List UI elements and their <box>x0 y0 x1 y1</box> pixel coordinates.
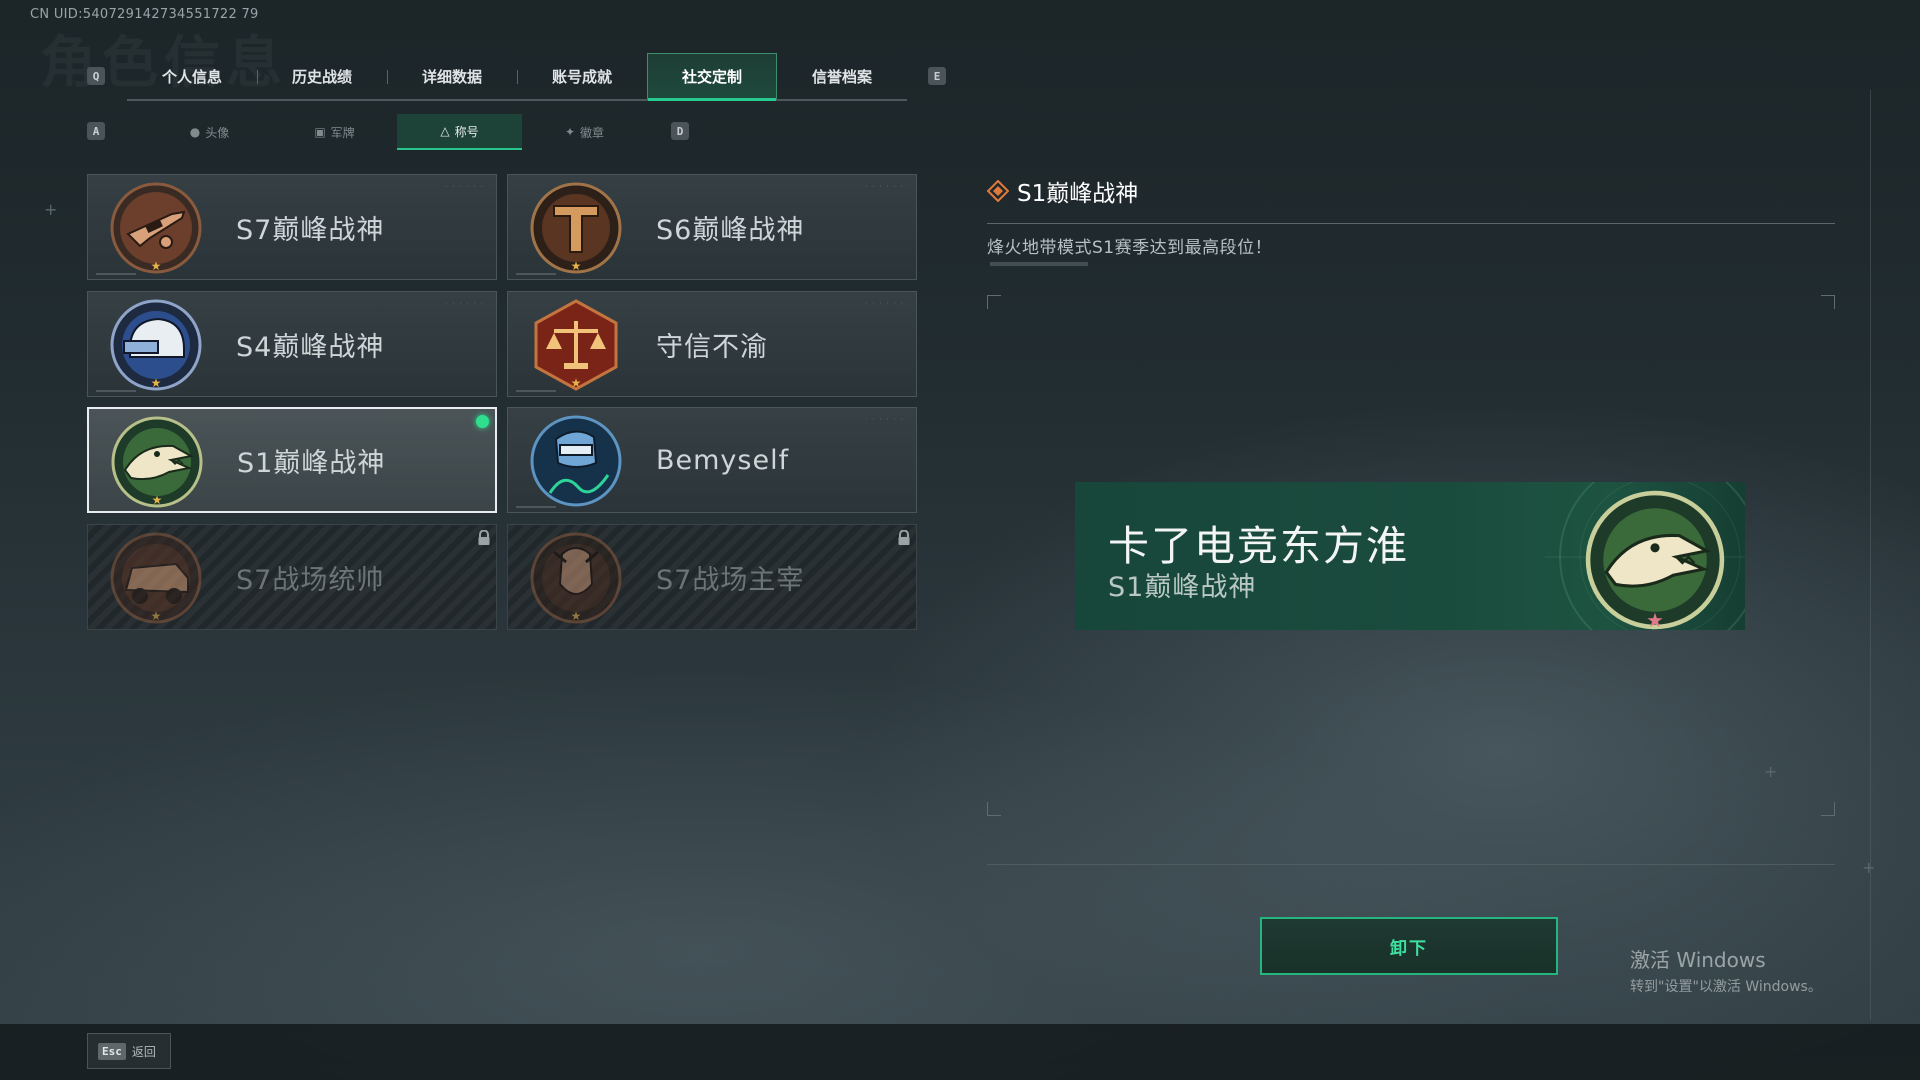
title-card-s6-peak[interactable]: ★ S6巅峰战神 · · · · · · <box>507 174 917 280</box>
armored-vehicle-emblem-icon: ★ <box>110 532 202 624</box>
title-preview-banner: 卡了电竞东方淮 S1巅峰战神 ★ <box>1075 482 1745 630</box>
crocodile-emblem-icon: ★ <box>1585 490 1725 630</box>
detail-description: 烽火地带模式S1赛季达到最高段位！ <box>987 238 1273 258</box>
svg-text:★: ★ <box>571 609 582 623</box>
corner-decoration: · · · · · · <box>445 299 484 308</box>
title-card-keep-faith[interactable]: ★ 守信不渝 · · · · · · <box>507 291 917 397</box>
lock-icon <box>898 530 910 545</box>
svg-text:★: ★ <box>151 259 162 273</box>
helmet-emblem-icon: ★ <box>110 299 202 391</box>
diamond-icon <box>987 180 1009 202</box>
title-name: 守信不渝 <box>656 331 768 363</box>
detail-divider <box>987 223 1835 224</box>
title-name: S6巅峰战神 <box>656 214 805 246</box>
tab-detailed-stats[interactable]: 详细数据 <box>387 53 517 99</box>
badge-icon: ✦ <box>564 125 576 139</box>
scales-emblem-icon: ★ <box>530 299 622 391</box>
title-card-s7-peak[interactable]: ★ S7巅峰战神 · · · · · · <box>87 174 497 280</box>
svg-text:★: ★ <box>151 609 162 623</box>
title-card-s7-dominator[interactable]: ★ S7战场主宰 <box>507 524 917 630</box>
subtab-label: 称号 <box>454 124 479 139</box>
frame-line <box>1870 90 1871 1020</box>
tab-personal-info[interactable]: 个人信息 <box>127 53 257 99</box>
back-label: 返回 <box>131 1044 156 1059</box>
title-name: S1巅峰战神 <box>237 447 386 479</box>
subtab-avatar[interactable]: ● 头像 <box>147 114 272 150</box>
bottom-decoration <box>516 390 556 392</box>
frame-corner <box>1821 802 1835 816</box>
title-icon: △ <box>440 124 450 138</box>
tab-achievements[interactable]: 账号成就 <box>517 53 647 99</box>
tab-social-customization[interactable]: 社交定制 <box>647 53 777 101</box>
detail-header: S1巅峰战神 <box>987 174 1138 208</box>
next-tab-key-hint[interactable]: E <box>928 67 946 85</box>
svg-text:★: ★ <box>152 493 163 507</box>
sub-tabs: ● 头像 ▣ 军牌 △ 称号 ✦ 徽章 <box>147 114 647 150</box>
plus-decoration: + <box>1764 762 1778 781</box>
footer-bar <box>0 1024 1920 1080</box>
t-shield-emblem-icon: ★ <box>530 182 622 274</box>
title-name: S7巅峰战神 <box>236 214 385 246</box>
warrior-portrait-emblem-icon: ★ <box>530 532 622 624</box>
back-button[interactable]: Esc 返回 <box>87 1033 171 1069</box>
title-card-bemyself[interactable]: Bemyself · · · · · · <box>507 407 917 513</box>
corner-decoration: · · · · · · <box>865 415 904 424</box>
corner-decoration: · · · · · · <box>865 299 904 308</box>
activation-title: 激活 Windows <box>1630 948 1766 972</box>
bottom-decoration <box>96 273 136 275</box>
activation-subtitle: 转到"设置"以激活 Windows。 <box>1630 979 1822 995</box>
title-name: S4巅峰战神 <box>236 331 385 363</box>
unequip-button[interactable]: 卸下 <box>1260 917 1558 975</box>
preview-player-name: 卡了电竞东方淮 <box>1108 522 1409 570</box>
svg-text:★: ★ <box>571 376 582 390</box>
dogtag-icon: ▣ <box>314 125 326 139</box>
plus-decoration: + <box>44 200 58 219</box>
title-card-s4-peak[interactable]: ★ S4巅峰战神 · · · · · · <box>87 291 497 397</box>
svg-text:★: ★ <box>151 376 162 390</box>
bottom-decoration <box>96 390 136 392</box>
corner-decoration: · · · · · · <box>865 182 904 191</box>
svg-text:★: ★ <box>571 259 582 273</box>
plus-decoration: + <box>1862 858 1876 877</box>
subtab-label: 军牌 <box>330 125 355 140</box>
prev-subtab-key-hint[interactable]: A <box>87 122 105 140</box>
title-name: S7战场主宰 <box>656 564 805 596</box>
tab-credit-record[interactable]: 信誉档案 <box>777 53 907 99</box>
title-name: Bemyself <box>656 444 790 476</box>
preview-title-text: S1巅峰战神 <box>1108 572 1257 603</box>
rifle-emblem-icon: ★ <box>110 182 202 274</box>
detail-title: S1巅峰战神 <box>1017 181 1139 207</box>
lock-icon <box>478 530 490 545</box>
tab-match-history[interactable]: 历史战绩 <box>257 53 387 99</box>
person-icon: ● <box>189 125 201 139</box>
subtab-label: 徽章 <box>580 125 605 140</box>
svg-text:★: ★ <box>1646 609 1664 630</box>
windows-activation-notice: 激活 Windows 转到"设置"以激活 Windows。 <box>1630 944 1822 996</box>
next-subtab-key-hint[interactable]: D <box>671 122 689 140</box>
subtab-dogtag[interactable]: ▣ 军牌 <box>272 114 397 150</box>
equipped-indicator <box>476 415 489 428</box>
soldier-signature-emblem-icon <box>530 415 622 507</box>
bottom-divider <box>987 864 1835 865</box>
subtab-label: 头像 <box>205 125 230 140</box>
corner-decoration: · · · · · · <box>445 182 484 191</box>
title-card-s7-commander[interactable]: ★ S7战场统帅 <box>87 524 497 630</box>
frame-corner <box>1821 295 1835 309</box>
subtab-badge[interactable]: ✦ 徽章 <box>522 114 647 150</box>
frame-corner <box>987 295 1001 309</box>
bottom-decoration <box>516 506 556 508</box>
main-tabs: 个人信息 历史战绩 详细数据 账号成就 社交定制 信誉档案 <box>127 53 907 101</box>
description-decoration <box>990 262 1088 266</box>
subtab-title[interactable]: △ 称号 <box>397 114 522 150</box>
frame-corner <box>987 802 1001 816</box>
esc-key-hint: Esc <box>98 1042 126 1060</box>
prev-tab-key-hint[interactable]: Q <box>87 67 105 85</box>
crocodile-emblem-icon: ★ <box>111 416 203 508</box>
title-name: S7战场统帅 <box>236 564 385 596</box>
bottom-decoration <box>516 273 556 275</box>
title-grid: ★ S7巅峰战神 · · · · · · ★ S6巅峰战神 · · · · · … <box>87 174 917 634</box>
title-card-s1-peak[interactable]: ★ S1巅峰战神 <box>87 407 497 513</box>
